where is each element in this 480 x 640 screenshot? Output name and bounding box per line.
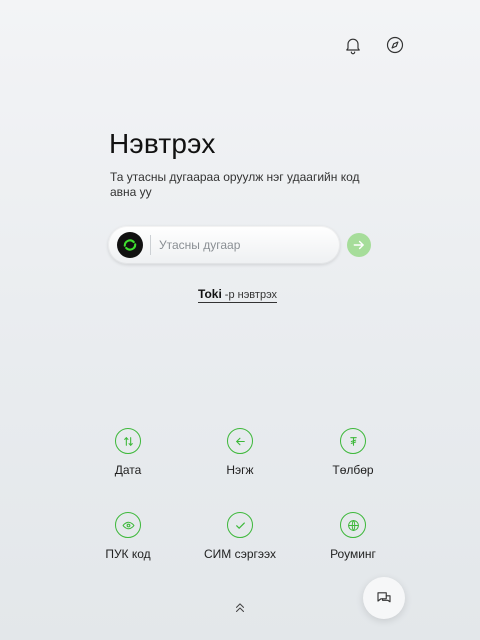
action-sim-restore[interactable]: СИМ сэргээх bbox=[195, 512, 285, 561]
back-arrow-icon bbox=[227, 428, 253, 454]
submit-phone-button[interactable] bbox=[347, 233, 371, 257]
arrow-right-icon bbox=[353, 240, 364, 250]
globe-icon bbox=[340, 512, 366, 538]
toki-brand: Toki bbox=[198, 287, 222, 301]
toki-login-link[interactable]: Toki -р нэвтрэх bbox=[198, 287, 278, 303]
tugrik-icon bbox=[340, 428, 366, 454]
phone-field-container bbox=[108, 226, 340, 264]
action-label: ПУК код bbox=[105, 547, 151, 561]
action-label: СИМ сэргээх bbox=[203, 547, 277, 561]
bell-icon[interactable] bbox=[342, 34, 364, 56]
action-roaming[interactable]: Роуминг bbox=[308, 512, 398, 561]
chat-icon bbox=[377, 592, 391, 603]
action-label: Дата bbox=[114, 463, 142, 477]
action-label: Роуминг bbox=[330, 547, 376, 561]
action-data[interactable]: Дата bbox=[83, 428, 173, 477]
field-divider bbox=[150, 235, 151, 255]
action-label: Нэгж bbox=[226, 463, 254, 477]
eye-icon bbox=[115, 512, 141, 538]
action-label: Төлбөр bbox=[332, 463, 374, 477]
page-title: Нэвтрэх bbox=[109, 128, 216, 159]
action-unit[interactable]: Нэгж bbox=[195, 428, 285, 477]
check-icon bbox=[227, 512, 253, 538]
action-payment[interactable]: Төлбөр bbox=[308, 428, 398, 477]
data-transfer-icon bbox=[115, 428, 141, 454]
phone-number-input[interactable] bbox=[159, 230, 329, 260]
page-subtitle: Та утасны дугаараа оруулж нэг удаагийн к… bbox=[110, 170, 360, 199]
action-puk-code[interactable]: ПУК код bbox=[83, 512, 173, 561]
expand-chevrons-icon[interactable] bbox=[232, 600, 248, 616]
compass-icon[interactable] bbox=[384, 34, 406, 56]
chat-button[interactable] bbox=[363, 577, 405, 619]
operator-logo-icon bbox=[117, 232, 143, 258]
toki-login-text: -р нэвтрэх bbox=[224, 289, 278, 301]
